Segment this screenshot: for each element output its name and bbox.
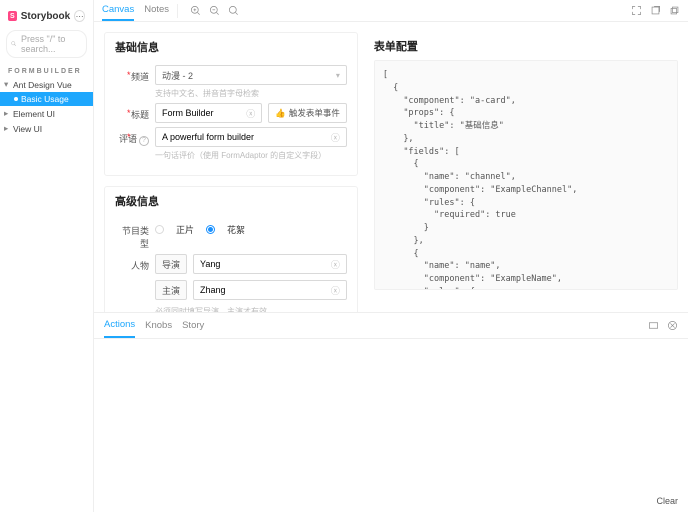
sidebar-section-label: FORMBUILDER bbox=[0, 64, 93, 77]
topbar: Canvas Notes bbox=[94, 0, 688, 22]
brand-title: Storybook bbox=[21, 11, 70, 22]
tab-canvas[interactable]: Canvas bbox=[102, 0, 134, 21]
addon-tab-actions[interactable]: Actions bbox=[104, 313, 135, 338]
trigger-event-button[interactable]: 👍触发表单事件 bbox=[268, 103, 347, 123]
addon-tab-knobs[interactable]: Knobs bbox=[145, 314, 172, 337]
fullscreen-icon[interactable] bbox=[631, 5, 642, 16]
tag-director: 导演 bbox=[155, 254, 187, 274]
sidebar: S Storybook ⋯ Press "/" to search... FOR… bbox=[0, 0, 94, 512]
addon-close-icon[interactable] bbox=[667, 320, 678, 331]
label-person: 人物 bbox=[115, 254, 155, 272]
sidebar-item-antdesign[interactable]: ▾Ant Design Vue bbox=[0, 77, 93, 92]
tab-notes[interactable]: Notes bbox=[144, 0, 169, 21]
caret-right-icon: ▸ bbox=[4, 108, 10, 119]
clear-icon[interactable]: ⓧ bbox=[331, 284, 340, 297]
search-input[interactable]: Press "/" to search... bbox=[6, 30, 87, 58]
zoom-out-icon[interactable] bbox=[209, 5, 220, 16]
thumb-icon: 👍 bbox=[275, 108, 286, 119]
channel-select[interactable]: 动漫 - 2▾ bbox=[155, 65, 347, 85]
clear-icon[interactable]: ⓧ bbox=[331, 258, 340, 271]
zoom-in-icon[interactable] bbox=[190, 5, 201, 16]
open-new-tab-icon[interactable] bbox=[650, 5, 661, 16]
label-comment: 评语? bbox=[115, 127, 155, 146]
card-title-basic: 基础信息 bbox=[105, 33, 357, 61]
canvas-area: 基础信息 频道 动漫 - 2▾ 支持中文名、拼音首字母检索 标题 bbox=[94, 22, 688, 312]
story-dot-icon bbox=[14, 97, 18, 101]
storybook-logo: S bbox=[8, 11, 17, 21]
copy-link-icon[interactable] bbox=[669, 5, 680, 16]
main: Canvas Notes 基础信息 bbox=[94, 0, 688, 512]
channel-hint: 支持中文名、拼音首字母检索 bbox=[155, 88, 347, 99]
sidebar-item-basic-usage[interactable]: Basic Usage bbox=[0, 92, 93, 106]
sidebar-item-view-ui[interactable]: ▸View UI bbox=[0, 121, 93, 136]
radio-opt2[interactable] bbox=[206, 225, 215, 234]
label-channel: 频道 bbox=[115, 65, 155, 83]
json-output[interactable]: [ { "component": "a-card", "props": { "t… bbox=[374, 60, 678, 290]
addons-panel: Actions Knobs Story Clear bbox=[94, 312, 688, 512]
director-input[interactable]: ⓧ bbox=[193, 254, 347, 274]
search-icon bbox=[11, 40, 17, 48]
sidebar-item-element-ui[interactable]: ▸Element UI bbox=[0, 106, 93, 121]
addon-orientation-icon[interactable] bbox=[648, 320, 659, 331]
comment-hint: 一句话评价（使用 FormAdaptor 的自定义字段） bbox=[155, 150, 347, 161]
radio-opt1[interactable] bbox=[155, 225, 164, 234]
clear-button[interactable]: Clear bbox=[656, 496, 678, 506]
search-placeholder: Press "/" to search... bbox=[21, 34, 82, 54]
label-program-type: 节目类型 bbox=[115, 219, 155, 250]
caret-right-icon: ▸ bbox=[4, 123, 10, 134]
chevron-down-icon: ▾ bbox=[336, 71, 340, 80]
help-icon[interactable]: ? bbox=[139, 136, 149, 146]
clear-icon[interactable]: ⓧ bbox=[331, 131, 340, 144]
caret-down-icon: ▾ bbox=[4, 79, 10, 90]
clear-icon[interactable]: ⓧ bbox=[246, 107, 255, 120]
card-title-config: 表单配置 bbox=[374, 32, 678, 60]
comment-input[interactable]: ⓧ bbox=[155, 127, 347, 147]
zoom-reset-icon[interactable] bbox=[228, 5, 239, 16]
sidebar-menu-button[interactable]: ⋯ bbox=[74, 10, 85, 22]
addon-tab-story[interactable]: Story bbox=[182, 314, 204, 337]
tag-actor: 主演 bbox=[155, 280, 187, 300]
card-title-advanced: 高级信息 bbox=[105, 187, 357, 215]
actor-input[interactable]: ⓧ bbox=[193, 280, 347, 300]
label-title: 标题 bbox=[115, 103, 155, 121]
title-input[interactable]: ⓧ bbox=[155, 103, 262, 123]
